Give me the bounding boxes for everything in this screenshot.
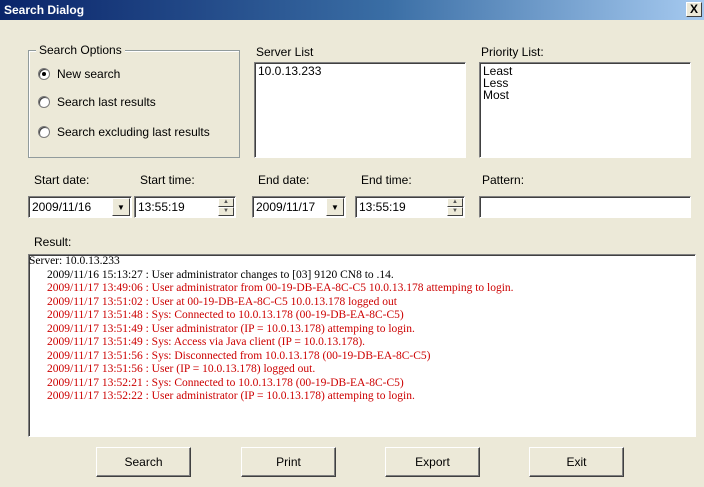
- server-listbox[interactable]: 10.0.13.233: [254, 62, 466, 158]
- start-time-value: 13:55:19: [138, 200, 185, 214]
- result-log[interactable]: Server: 10.0.13.233 2009/11/16 15:13:27 …: [28, 254, 696, 437]
- result-label: Result:: [34, 235, 72, 249]
- end-time-spinner[interactable]: 13:55:19 ▲ ▼: [355, 196, 465, 218]
- log-line: 2009/11/17 13:52:21 : Sys: Connected to …: [47, 376, 404, 389]
- start-time-label: Start time:: [140, 173, 195, 187]
- log-line: 2009/11/17 13:51:49 : User administrator…: [47, 322, 415, 335]
- radio-search-last-results[interactable]: Search last results: [38, 95, 156, 109]
- search-options-label: Search Options: [36, 43, 125, 57]
- end-time-label: End time:: [361, 173, 412, 187]
- end-date-label: End date:: [258, 173, 310, 187]
- title-bar[interactable]: Search Dialog X: [0, 0, 704, 20]
- log-line: 2009/11/17 13:51:48 : Sys: Connected to …: [47, 309, 404, 321]
- radio-icon-checked[interactable]: [38, 68, 50, 80]
- log-line: 2009/11/17 13:51:56 : User (IP = 10.0.13…: [47, 363, 316, 375]
- log-line: 2009/11/17 13:49:06 : User administrator…: [47, 282, 514, 294]
- search-dialog-window: Search Dialog X Search Options New searc…: [0, 0, 704, 487]
- priority-list-item[interactable]: Less: [483, 77, 687, 89]
- start-date-combo[interactable]: 2009/11/16 ▼: [28, 196, 132, 218]
- exit-button[interactable]: Exit: [529, 447, 624, 477]
- log-line: 2009/11/17 13:51:02 : User at 00-19-DB-E…: [47, 295, 397, 308]
- log-line: 2009/11/17 13:51:49 : Sys: Access via Ja…: [47, 336, 366, 348]
- export-button[interactable]: Export: [385, 447, 480, 477]
- radio-icon[interactable]: [38, 126, 50, 138]
- start-date-value: 2009/11/16: [32, 200, 92, 214]
- search-button[interactable]: Search: [96, 447, 191, 477]
- priority-list-item[interactable]: Most: [483, 89, 687, 101]
- priority-list-item[interactable]: Least: [483, 65, 687, 77]
- server-list-item[interactable]: 10.0.13.233: [258, 65, 462, 77]
- radio-label: Search last results: [57, 95, 156, 109]
- end-date-combo[interactable]: 2009/11/17 ▼: [252, 196, 346, 218]
- window-title: Search Dialog: [4, 3, 85, 17]
- start-time-spinner[interactable]: 13:55:19 ▲ ▼: [134, 196, 236, 218]
- spinner-buttons[interactable]: ▲ ▼: [218, 198, 234, 216]
- radio-new-search[interactable]: New search: [38, 67, 120, 81]
- chevron-down-icon[interactable]: ▼: [326, 198, 344, 216]
- spin-down-icon[interactable]: ▼: [218, 207, 234, 216]
- radio-search-excluding-last-results[interactable]: Search excluding last results: [38, 125, 210, 139]
- start-date-label: Start date:: [34, 173, 90, 187]
- end-date-value: 2009/11/17: [256, 200, 316, 214]
- priority-list-label: Priority List:: [481, 45, 544, 59]
- radio-label: New search: [57, 67, 121, 81]
- log-line: 2009/11/16 15:13:27 : User administrator…: [47, 268, 394, 281]
- log-line: Server: 10.0.13.233: [29, 255, 120, 267]
- chevron-down-icon[interactable]: ▼: [112, 198, 130, 216]
- close-button[interactable]: X: [686, 2, 702, 17]
- spinner-buttons[interactable]: ▲ ▼: [447, 198, 463, 216]
- log-line: 2009/11/17 13:51:56 : Sys: Disconnected …: [47, 349, 431, 362]
- radio-icon[interactable]: [38, 96, 50, 108]
- end-time-value: 13:55:19: [359, 200, 406, 214]
- spin-up-icon[interactable]: ▲: [218, 198, 234, 207]
- radio-label: Search excluding last results: [57, 125, 210, 139]
- pattern-input[interactable]: [479, 196, 691, 218]
- spin-down-icon[interactable]: ▼: [447, 207, 463, 216]
- spin-up-icon[interactable]: ▲: [447, 198, 463, 207]
- log-line: 2009/11/17 13:52:22 : User administrator…: [47, 390, 415, 402]
- pattern-label: Pattern:: [482, 173, 525, 187]
- priority-listbox[interactable]: Least Less Most: [479, 62, 691, 158]
- server-list-label: Server List: [256, 45, 314, 59]
- print-button[interactable]: Print: [241, 447, 336, 477]
